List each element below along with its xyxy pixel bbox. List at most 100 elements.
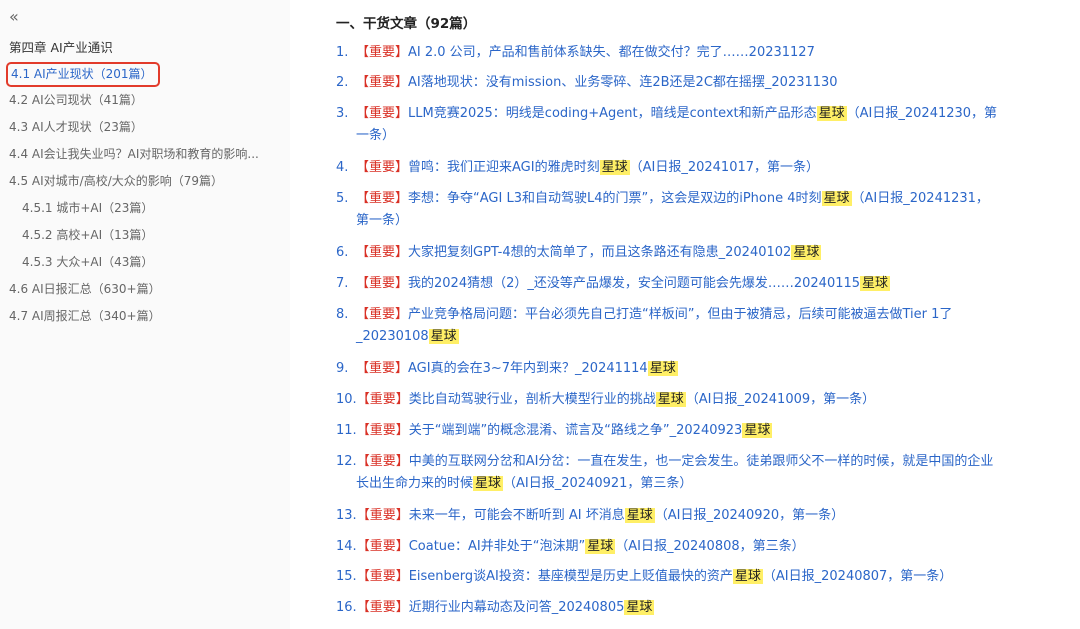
source-note: （AI日报_20240921，第三条） <box>503 476 693 491</box>
article-title-link[interactable]: 大家把复刻GPT-4想的太简单了，而且这条路还有隐患_20240102 <box>408 245 791 260</box>
star-badge: 星球 <box>791 245 822 260</box>
important-tag: 【重要】 <box>356 392 409 407</box>
important-tag: 【重要】 <box>356 307 409 322</box>
sidebar-item[interactable]: 4.5.1 城市+AI（23篇） <box>22 199 153 217</box>
article-title-link[interactable]: 李想：争夺“AGI L3和自动驾驶L4的门票”，这会是双边的iPhone 4时刻 <box>408 191 822 206</box>
star-badge: 星球 <box>860 276 891 291</box>
sidebar-item[interactable]: 4.5.3 大众+AI（43篇） <box>22 253 153 271</box>
article-number: 1. <box>336 45 349 60</box>
article-title-link[interactable]: 关于“端到端”的概念混淆、谎言及“路线之争”_20240923 <box>409 423 743 438</box>
article-item[interactable]: 13.【重要】未来一年，可能会不断听到 AI 坏消息 星球 （AI日报_202409… <box>336 505 1072 527</box>
star-badge: 星球 <box>732 569 763 584</box>
article-number: 6. <box>336 245 349 260</box>
important-tag: 【重要】 <box>356 191 409 206</box>
sidebar-item[interactable]: 4.5.2 高校+AI（13篇） <box>22 226 153 244</box>
article-title-link[interactable]: Eisenberg谈AI投资：基座模型是历史上贬值最快的资产 <box>409 569 733 584</box>
source-note: （AI日报_20241009，第一条） <box>685 392 876 407</box>
sidebar-item[interactable]: 4.6 AI日报汇总（630+篇） <box>9 280 161 298</box>
article-item[interactable]: 7. 【重要】我的2024猜想（2）_还没等产品爆发，安全问题可能会先爆发……20… <box>336 273 1072 295</box>
star-badge: 星球 <box>655 392 686 407</box>
article-title-link-cont[interactable]: _20230108 <box>356 329 429 344</box>
star-badge: 星球 <box>599 160 630 175</box>
article-number: 14. <box>336 539 357 554</box>
article-item[interactable]: 5. 【重要】李想：争夺“AGI L3和自动驾驶L4的门票”，这会是双边的iPho… <box>336 188 1072 232</box>
star-badge: 星球 <box>624 508 655 523</box>
source-note: （AI日报_20240807，第一条） <box>762 569 953 584</box>
article-item[interactable]: 12.【重要】中美的互联网分岔和AI分岔：一直在发生，也一定会发生。徒弟跟师父不… <box>336 451 1072 495</box>
article-number: 12. <box>336 454 357 469</box>
article-title-link[interactable]: AI落地现状：没有mission、业务零碎、连2B还是2C都在摇摆_202311… <box>408 75 838 90</box>
article-title-link[interactable]: 我的2024猜想（2）_还没等产品爆发，安全问题可能会先爆发……20240115 <box>408 276 860 291</box>
sidebar-item[interactable]: 4.7 AI周报汇总（340+篇） <box>9 307 161 325</box>
source-note: （AI日报_20240920，第一条） <box>654 508 845 523</box>
important-tag: 【重要】 <box>356 361 409 376</box>
section-title: 一、干货文章（92篇） <box>336 16 477 32</box>
star-badge: 星球 <box>816 106 847 121</box>
article-title-link[interactable]: 未来一年，可能会不断听到 AI 坏消息 <box>409 508 625 523</box>
article-item[interactable]: 2. 【重要】AI落地现状：没有mission、业务零碎、连2B还是2C都在摇摆_… <box>336 72 1072 94</box>
article-number: 8. <box>336 307 349 322</box>
article-item[interactable]: 4. 【重要】曾鸣：我们正迎来AGI的雅虎时刻 星球 （AI日报_20241017，第… <box>336 157 1072 179</box>
sidebar: « 第四章 AI产业通识 4.1 AI产业现状（201篇） 4.2 AI公司现状（… <box>0 0 290 629</box>
article-number: 3. <box>336 106 349 121</box>
article-item[interactable]: 9. 【重要】AGI真的会在3~7年内到来？_20241114 星球 <box>336 358 1072 380</box>
star-badge: 星球 <box>624 600 655 615</box>
source-note: （AI日报_20241230，第 <box>846 106 998 121</box>
sidebar-item[interactable]: 4.3 AI人才现状（23篇） <box>9 118 143 136</box>
article-number: 10. <box>336 392 357 407</box>
important-tag: 【重要】 <box>356 508 409 523</box>
article-number: 9. <box>336 361 349 376</box>
article-title-link[interactable]: 产业竞争格局问题：平台必须先自己打造“样板间”，但由于被猜忌，后续可能被逼去做T… <box>408 307 952 322</box>
article-title-link[interactable]: AI 2.0 公司，产品和售前体系缺失、都在做交付？完了……20231127 <box>408 45 815 60</box>
source-note-cont: 第一条） <box>356 213 409 228</box>
article-title-link-cont[interactable]: 长出生命力来的时候 <box>356 476 473 491</box>
important-tag: 【重要】 <box>356 600 409 615</box>
article-title-link[interactable]: 中美的互联网分岔和AI分岔：一直在发生，也一定会发生。徒弟跟师父不一样的时候，就… <box>409 454 994 469</box>
article-item[interactable]: 3. 【重要】LLM竞赛2025：明线是coding+Agent，暗线是conte… <box>336 103 1072 147</box>
article-number: 15. <box>336 569 357 584</box>
article-item[interactable]: 6. 【重要】大家把复刻GPT-4想的太简单了，而且这条路还有隐患_2024010… <box>336 242 1072 264</box>
sidebar-item[interactable]: 4.2 AI公司现状（41篇） <box>9 91 143 109</box>
article-number: 4. <box>336 160 349 175</box>
article-number: 5. <box>336 191 349 206</box>
article-title-link[interactable]: 曾鸣：我们正迎来AGI的雅虎时刻 <box>408 160 600 175</box>
article-title-link[interactable]: Coatue：AI并非处于“泡沫期” <box>409 539 586 554</box>
important-tag: 【重要】 <box>356 245 409 260</box>
important-tag: 【重要】 <box>356 569 409 584</box>
important-tag: 【重要】 <box>356 454 409 469</box>
article-item[interactable]: 14.【重要】Coatue：AI并非处于“泡沫期” 星球 （AI日报_2024080… <box>336 536 1072 558</box>
sidebar-item[interactable]: 4.1 AI产业现状（201篇） <box>6 62 160 87</box>
important-tag: 【重要】 <box>356 539 409 554</box>
star-badge: 星球 <box>647 361 678 376</box>
article-item[interactable]: 11.【重要】关于“端到端”的概念混淆、谎言及“路线之争”_20240923 星球 <box>336 420 1072 442</box>
article-title-link[interactable]: 近期行业内幕动态及问答_20240805 <box>409 600 625 615</box>
source-note: （AI日报_20240808，第三条） <box>615 539 805 554</box>
article-number: 13. <box>336 508 357 523</box>
article-item[interactable]: 1. 【重要】AI 2.0 公司，产品和售前体系缺失、都在做交付？完了……2023… <box>336 42 1072 64</box>
important-tag: 【重要】 <box>356 276 409 291</box>
important-tag: 【重要】 <box>356 106 409 121</box>
source-note: （AI日报_20241017，第一条） <box>629 160 820 175</box>
article-title-link[interactable]: LLM竞赛2025：明线是coding+Agent，暗线是context和新产品… <box>408 106 817 121</box>
collapse-sidebar-icon[interactable]: « <box>9 8 19 26</box>
star-badge: 星球 <box>585 539 616 554</box>
article-title-link[interactable]: AGI真的会在3~7年内到来？_20241114 <box>408 361 648 376</box>
sidebar-item[interactable]: 4.4 AI会让我失业吗？AI对职场和教育的影响... <box>9 145 259 163</box>
star-badge: 星球 <box>742 423 773 438</box>
article-title-link[interactable]: 类比自动驾驶行业，剖析大模型行业的挑战 <box>409 392 656 407</box>
star-badge: 星球 <box>473 476 504 491</box>
sidebar-item[interactable]: 4.5 AI对城市/高校/大众的影响（79篇） <box>9 172 223 190</box>
article-number: 16. <box>336 600 357 615</box>
important-tag: 【重要】 <box>356 423 409 438</box>
article-number: 7. <box>336 276 349 291</box>
important-tag: 【重要】 <box>356 75 409 90</box>
chapter-title: 第四章 AI产业通识 <box>9 40 113 55</box>
star-badge: 星球 <box>428 329 459 344</box>
article-item[interactable]: 8. 【重要】产业竞争格局问题：平台必须先自己打造“样板间”，但由于被猜忌，后续可… <box>336 304 1072 348</box>
star-badge: 星球 <box>821 191 852 206</box>
important-tag: 【重要】 <box>356 160 409 175</box>
article-number: 11. <box>336 423 357 438</box>
article-item[interactable]: 15.【重要】Eisenberg谈AI投资：基座模型是历史上贬值最快的资产 星球（… <box>336 566 1072 588</box>
article-item[interactable]: 16.【重要】近期行业内幕动态及问答_20240805 星球 <box>336 597 1072 619</box>
article-item[interactable]: 10.【重要】类比自动驾驶行业，剖析大模型行业的挑战 星球 （AI日报_202410… <box>336 389 1072 411</box>
